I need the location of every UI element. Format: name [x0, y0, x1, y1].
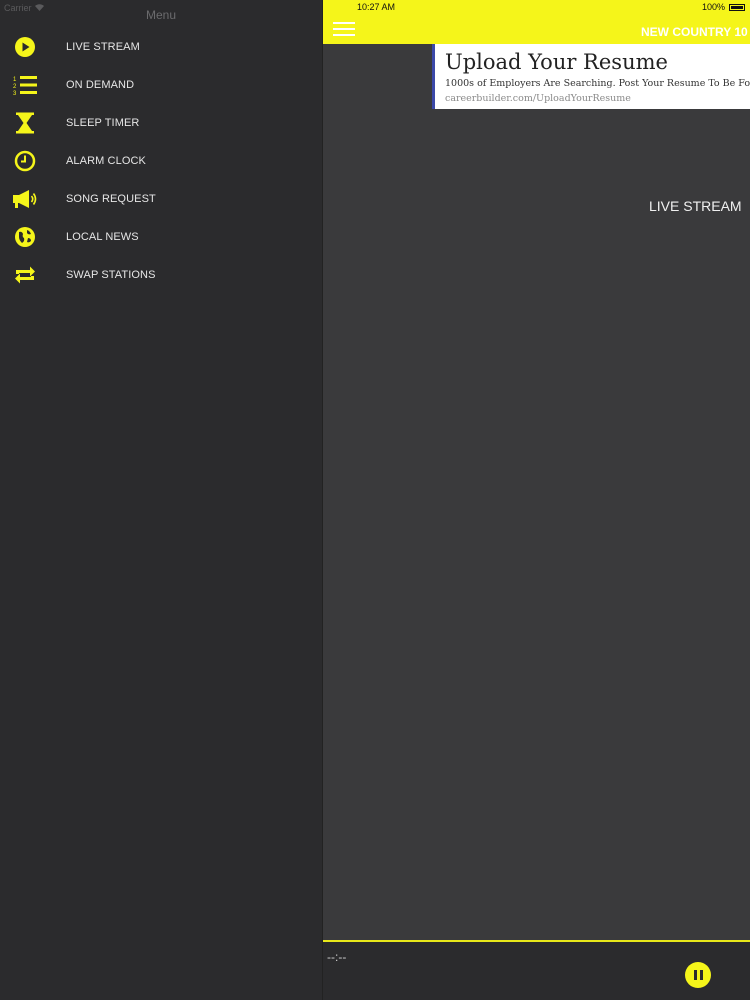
clock-icon [12, 150, 38, 172]
play-circle-icon [12, 36, 38, 58]
menu-item-label: ON DEMAND [66, 79, 135, 91]
ad-banner[interactable]: Upload Your Resume 1000s of Employers Ar… [432, 44, 750, 109]
swap-arrows-icon [12, 264, 38, 286]
menu-item-label: LOCAL NEWS [66, 231, 139, 243]
battery-icon [729, 3, 745, 11]
megaphone-icon [12, 188, 38, 210]
pause-button[interactable] [685, 962, 711, 988]
numbered-list-icon: 1 2 3 [12, 74, 38, 96]
menu-item-label: LIVE STREAM [66, 41, 140, 53]
ad-description: 1000s of Employers Are Searching. Post Y… [445, 78, 750, 89]
menu-item-alarm-clock[interactable]: ALARM CLOCK [0, 142, 322, 180]
station-title: NEW COUNTRY 10 [641, 25, 748, 39]
section-label: LIVE STREAM [649, 198, 742, 214]
menu-item-live-stream[interactable]: LIVE STREAM [0, 28, 322, 66]
menu-title: Menu [145, 8, 177, 22]
menu-item-local-news[interactable]: LOCAL NEWS [0, 218, 322, 256]
menu-item-label: ALARM CLOCK [66, 155, 146, 167]
globe-icon [12, 226, 38, 248]
menu-item-swap-stations[interactable]: SWAP STATIONS [0, 256, 322, 294]
pause-icon [693, 970, 697, 980]
player-bar: --:-- [323, 940, 750, 1000]
menu-item-label: SLEEP TIMER [66, 117, 140, 129]
side-menu: Carrier Menu LIVE STREAM 1 2 3 ON DEMAND… [0, 0, 322, 1000]
menu-toggle-button[interactable] [333, 22, 355, 38]
hourglass-icon [12, 112, 38, 134]
menu-item-label: SWAP STATIONS [66, 269, 156, 281]
playback-time: --:-- [327, 950, 347, 964]
menu-item-on-demand[interactable]: 1 2 3 ON DEMAND [0, 66, 322, 104]
top-bar: 10:27 AM 100% NEW COUNTRY 10 [323, 0, 750, 44]
svg-text:2: 2 [13, 84, 17, 90]
menu-list: LIVE STREAM 1 2 3 ON DEMAND SLEEP TIMER … [0, 28, 322, 294]
ad-title: Upload Your Resume [445, 50, 668, 74]
status-time: 10:27 AM [357, 2, 396, 12]
main-panel: 10:27 AM 100% NEW COUNTRY 10 Upload Your… [322, 0, 750, 1000]
hamburger-icon [333, 22, 355, 24]
app-root: Carrier Menu LIVE STREAM 1 2 3 ON DEMAND… [0, 0, 750, 1000]
svg-text:1: 1 [13, 77, 17, 83]
menu-item-sleep-timer[interactable]: SLEEP TIMER [0, 104, 322, 142]
ad-url: careerbuilder.com/UploadYourResume [445, 93, 631, 104]
menu-item-label: SONG REQUEST [66, 193, 156, 205]
status-battery: 100% [702, 2, 745, 12]
battery-percent: 100% [701, 2, 725, 12]
menu-item-song-request[interactable]: SONG REQUEST [0, 180, 322, 218]
svg-text:3: 3 [13, 91, 17, 96]
